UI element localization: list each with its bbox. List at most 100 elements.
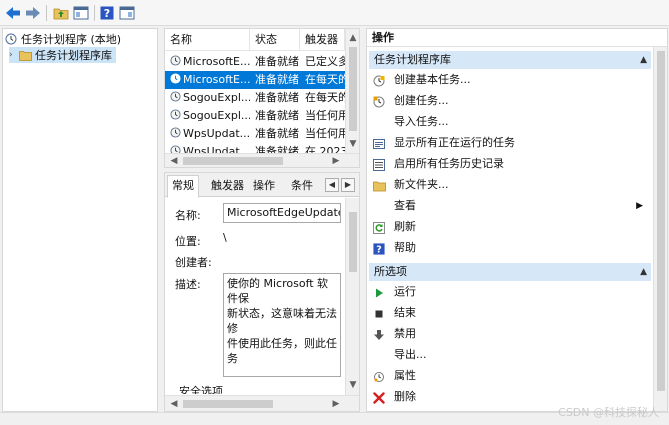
task-trigger-cell: 已定义多 xyxy=(305,55,345,68)
run-icon xyxy=(373,286,385,298)
disable-icon xyxy=(373,328,385,340)
action-item[interactable]: 导出... xyxy=(367,345,651,365)
action-label: 启用所有任务历史记录 xyxy=(394,157,504,170)
action-item[interactable]: 查看 ▶ xyxy=(367,196,651,216)
scroll-thumb[interactable] xyxy=(183,400,273,408)
section-label: 任务计划程序库 xyxy=(374,53,451,66)
tab-actions[interactable]: 操作 xyxy=(249,176,279,197)
table-row[interactable]: SogouExpl... 准备就绪 在每天的 xyxy=(165,89,345,107)
action-item[interactable]: 导入任务... xyxy=(367,112,651,132)
action-item[interactable]: 创建基本任务... xyxy=(367,70,651,90)
action-item[interactable]: 禁用 xyxy=(367,324,651,344)
detail-tabs: 常规 触发器 操作 条件 ◀ ▶ xyxy=(165,173,359,198)
action-item[interactable]: ? 帮助 xyxy=(367,238,651,258)
task-list: 名称 状态 触发器 MicrosoftE... 准备就绪 已定义多 Microsoft… xyxy=(164,28,360,168)
task-list-vertical-scrollbar[interactable]: ▲ ▼ xyxy=(345,29,359,153)
tab-triggers[interactable]: 触发器 xyxy=(207,176,248,197)
scroll-left-arrow-icon[interactable]: ◀ xyxy=(167,154,181,167)
scroll-thumb[interactable] xyxy=(657,51,665,391)
action-item[interactable]: 显示所有正在运行的任务 xyxy=(367,133,651,153)
scroll-left-arrow-icon[interactable]: ◀ xyxy=(167,397,181,411)
table-row[interactable]: WpsUpdat... 准备就绪 当任何用 xyxy=(165,125,345,143)
location-value: \ xyxy=(223,231,227,244)
scroll-right-arrow-icon[interactable]: ▶ xyxy=(329,397,343,411)
tab-scroll-right-icon[interactable]: ▶ xyxy=(341,178,355,192)
action-item[interactable]: 运行 xyxy=(367,282,651,302)
action-item[interactable]: 创建任务... xyxy=(367,91,651,111)
location-label: 位置: xyxy=(175,235,201,248)
action-label: 查看 xyxy=(394,199,416,212)
navigation-tree: 任务计划程序 (本地) › 任务计划程序库 xyxy=(2,28,158,412)
security-options-label: 安全选项 xyxy=(179,385,223,394)
action-label: 运行 xyxy=(394,285,416,298)
task-clock-icon xyxy=(170,91,181,102)
scroll-down-arrow-icon[interactable]: ▼ xyxy=(346,137,359,151)
show-hide-action-pane-icon xyxy=(119,6,135,20)
running-tasks-icon xyxy=(373,137,385,149)
toolbar: ? xyxy=(0,0,669,26)
actions-title: 操作 xyxy=(367,29,667,47)
section-label: 所选项 xyxy=(374,265,407,278)
scroll-down-arrow-icon[interactable]: ▼ xyxy=(346,378,359,392)
help-button[interactable]: ? xyxy=(98,4,116,22)
detail-vertical-scrollbar[interactable]: ▼ xyxy=(345,198,359,395)
task-status-cell: 准备就绪 xyxy=(255,109,299,122)
actions-vertical-scrollbar[interactable] xyxy=(653,47,667,411)
expand-chevron-icon[interactable]: › xyxy=(9,50,19,60)
task-clock-icon xyxy=(170,55,181,66)
action-item[interactable]: 结束 xyxy=(367,303,651,323)
tab-scroll-left-icon[interactable]: ◀ xyxy=(325,178,339,192)
scroll-thumb[interactable] xyxy=(349,47,357,131)
detail-horizontal-scrollbar[interactable]: ◀ ▶ xyxy=(165,395,359,411)
back-button[interactable] xyxy=(4,4,22,22)
tree-child-label: 任务计划程序库 xyxy=(35,49,112,62)
action-item[interactable]: 启用所有任务历史记录 xyxy=(367,154,651,174)
action-item[interactable]: 刷新 xyxy=(367,217,651,237)
scroll-up-arrow-icon[interactable]: ▲ xyxy=(346,31,359,45)
tree-item-task-library[interactable]: › 任务计划程序库 xyxy=(9,47,116,63)
section-header-task-library[interactable]: 任务计划程序库 ▲ xyxy=(369,51,651,69)
name-label: 名称: xyxy=(175,209,201,222)
forward-button[interactable] xyxy=(24,4,42,22)
action-label: 禁用 xyxy=(394,327,416,340)
task-name: MicrosoftE... xyxy=(183,55,250,68)
table-row[interactable]: MicrosoftE... 准备就绪 已定义多 xyxy=(165,53,345,71)
task-list-horizontal-scrollbar[interactable]: ◀ ▶ xyxy=(165,153,359,167)
table-row[interactable]: MicrosoftE... 准备就绪 在每天的 xyxy=(165,71,345,89)
task-status-cell: 准备就绪 xyxy=(255,73,299,86)
scroll-thumb[interactable] xyxy=(183,157,283,165)
tab-conditions[interactable]: 条件 xyxy=(287,176,317,197)
collapse-caret-icon[interactable]: ▲ xyxy=(640,51,647,69)
tab-general[interactable]: 常规 xyxy=(167,175,199,198)
section-header-selected-item[interactable]: 所选项 ▲ xyxy=(369,263,651,281)
svg-text:?: ? xyxy=(104,7,110,20)
task-name: WpsUpdat... xyxy=(183,127,250,140)
action-label: 结束 xyxy=(394,306,416,319)
create-task-icon xyxy=(373,95,385,108)
collapse-caret-icon[interactable]: ▲ xyxy=(640,263,647,281)
task-detail-pane: 常规 触发器 操作 条件 ◀ ▶ 名称: MicrosoftEdgeUpdate… xyxy=(164,172,360,412)
name-field[interactable]: MicrosoftEdgeUpdateT xyxy=(223,203,341,223)
show-hide-action-pane-button[interactable] xyxy=(118,4,136,22)
up-folder-button[interactable] xyxy=(52,4,70,22)
scroll-thumb[interactable] xyxy=(349,212,357,272)
task-trigger-cell: 在每天的 xyxy=(305,73,345,86)
column-header-status[interactable]: 状态 xyxy=(250,29,300,51)
task-status-cell: 准备就绪 xyxy=(255,91,299,104)
description-field[interactable]: 使你的 Microsoft 软件保 新状态，这意味着无法修 件使用此任务，则此任… xyxy=(223,273,341,377)
create-basic-task-icon xyxy=(373,74,385,87)
description-line: 使你的 Microsoft 软件保 xyxy=(227,277,329,305)
task-status-cell: 准备就绪 xyxy=(255,55,299,68)
action-item[interactable]: 属性 xyxy=(367,366,651,386)
show-hide-tree-button[interactable] xyxy=(72,4,90,22)
column-header-name[interactable]: 名称 xyxy=(165,29,250,51)
action-label: 创建任务... xyxy=(394,94,449,107)
task-name-cell: SogouExpl... xyxy=(170,107,250,125)
column-header-trigger[interactable]: 触发器 xyxy=(300,29,345,51)
scroll-right-arrow-icon[interactable]: ▶ xyxy=(329,154,343,167)
table-row[interactable]: SogouExpl... 准备就绪 当任何用 xyxy=(165,107,345,125)
description-label: 描述: xyxy=(175,278,201,291)
action-label: 显示所有正在运行的任务 xyxy=(394,136,515,149)
action-item[interactable]: 新文件夹... xyxy=(367,175,651,195)
tree-item-root[interactable]: 任务计划程序 (本地) xyxy=(5,31,121,47)
